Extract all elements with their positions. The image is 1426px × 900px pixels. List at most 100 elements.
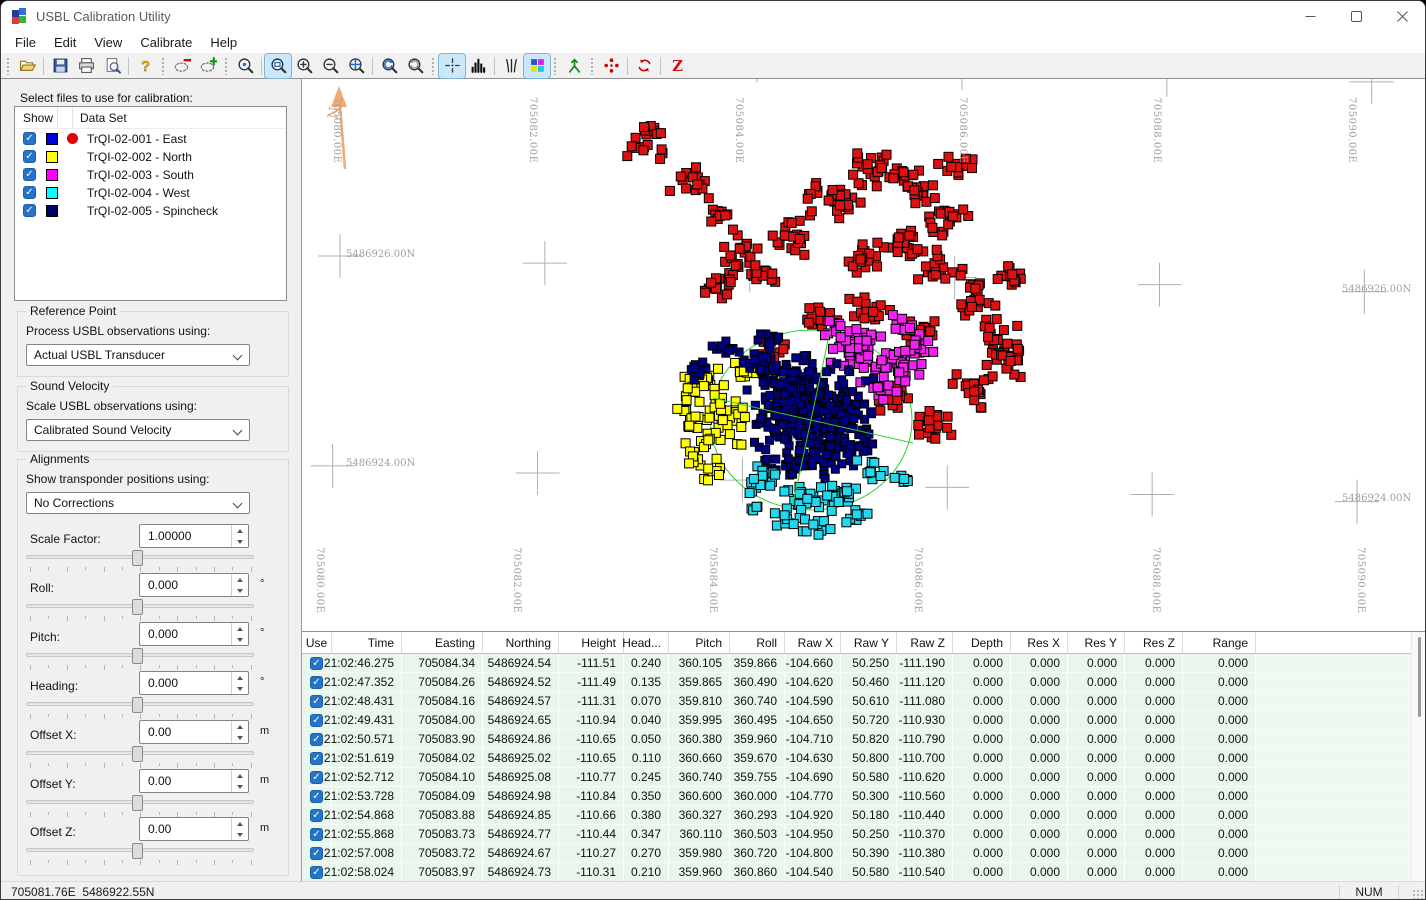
plot-canvas[interactable]: N [302,79,1426,631]
histogram-button[interactable] [465,54,491,78]
help-button[interactable]: ? [132,54,158,78]
table-row[interactable]: ✓21:02:50.571705083.905486924.86-110.650… [302,730,1426,749]
use-checkbox[interactable]: ✓ [310,695,323,708]
combo-alignments[interactable]: No Corrections [26,492,250,514]
dataset-row[interactable]: ✓TrQI-02-003 - South [15,166,286,183]
slider-thumb[interactable] [132,648,143,664]
table-row[interactable]: ✓21:02:46.275705084.345486924.54-111.510… [302,654,1426,673]
use-checkbox[interactable]: ✓ [310,714,323,727]
zoom-box-button[interactable] [265,54,291,78]
value-spinner[interactable]: 0.00 [139,817,249,841]
table-scrollbar[interactable] [1411,632,1426,881]
column-header-time[interactable]: Time [332,632,402,653]
column-dataset[interactable]: Data Set [73,111,286,125]
zoom-out-button[interactable] [317,54,343,78]
slider-thumb[interactable] [132,795,143,811]
slider-thumb[interactable] [132,550,143,566]
value-spinner[interactable]: 0.000 [139,622,249,646]
save-button[interactable] [47,54,73,78]
toolbar-grip[interactable] [590,57,595,75]
menu-help[interactable]: Help [201,33,246,52]
deselect-points-button[interactable] [169,54,195,78]
spin-up-button[interactable] [232,525,248,536]
column-header-easting[interactable]: Easting [402,632,483,653]
minimize-button[interactable] [1287,1,1333,31]
beacon-positions-button[interactable] [598,54,624,78]
spin-check-button[interactable] [631,54,657,78]
resize-grip[interactable] [1411,888,1423,900]
dataset-row[interactable]: ✓TrQI-02-005 - Spincheck [15,202,286,219]
crosshair-button[interactable] [439,54,465,78]
toolbar-grip[interactable] [224,57,229,75]
menu-view[interactable]: View [85,33,131,52]
column-header-roll[interactable]: Roll [730,632,785,653]
table-row[interactable]: ✓21:02:54.868705083.885486924.85-110.660… [302,806,1426,825]
observation-table[interactable]: UseTimeEastingNorthingHeightHead...Pitch… [301,631,1426,881]
use-checkbox[interactable]: ✓ [310,847,323,860]
spin-down-button[interactable] [232,536,248,547]
spin-up-button[interactable] [232,818,248,829]
table-row[interactable]: ✓21:02:47.352705084.265486924.52-111.490… [302,673,1426,692]
print-preview-button[interactable] [99,54,125,78]
zoom-next-button[interactable] [402,54,428,78]
zoom-extents-button[interactable] [343,54,369,78]
show-checkbox[interactable]: ✓ [23,150,36,163]
spin-up-button[interactable] [232,770,248,781]
spin-down-button[interactable] [232,732,248,743]
combo-sound-velocity[interactable]: Calibrated Sound Velocity [26,419,250,441]
open-file-button[interactable] [14,54,40,78]
column-header-rawx[interactable]: Raw X [785,632,841,653]
slider-thumb[interactable] [132,599,143,615]
calibration-file-list[interactable]: ShowData Set✓TrQI-02-001 - East✓TrQI-02-… [14,106,287,301]
table-row[interactable]: ✓21:02:48.431705084.165486924.57-111.310… [302,692,1426,711]
toolbar-grip[interactable] [431,57,436,75]
select-points-button[interactable] [195,54,221,78]
table-row[interactable]: ✓21:02:49.431705084.005486924.65-110.940… [302,711,1426,730]
use-checkbox[interactable]: ✓ [310,657,323,670]
combo-reference-point[interactable]: Actual USBL Transducer [26,344,250,366]
zoom-window-button[interactable] [232,54,258,78]
spin-up-button[interactable] [232,672,248,683]
table-row[interactable]: ✓21:02:52.712705084.105486925.08-110.770… [302,768,1426,787]
spin-down-button[interactable] [232,683,248,694]
table-row[interactable]: ✓21:02:57.008705083.725486924.67-110.270… [302,844,1426,863]
slider-thumb[interactable] [132,746,143,762]
menu-file[interactable]: File [6,33,45,52]
use-checkbox[interactable]: ✓ [310,866,323,879]
use-checkbox[interactable]: ✓ [310,752,323,765]
use-checkbox[interactable]: ✓ [310,790,323,803]
toolbar-grip[interactable] [6,57,11,75]
zoom-previous-button[interactable] [376,54,402,78]
column-header-resz[interactable]: Res Z [1125,632,1183,653]
column-header-northing[interactable]: Northing [483,632,559,653]
menu-edit[interactable]: Edit [45,33,85,52]
dataset-row[interactable]: ✓TrQI-02-001 - East [15,130,286,147]
spin-up-button[interactable] [232,574,248,585]
zoom-in-button[interactable] [291,54,317,78]
show-checkbox[interactable]: ✓ [23,204,36,217]
column-header-rawy[interactable]: Raw Y [841,632,897,653]
toolbar-grip[interactable] [553,57,558,75]
column-header-pitch[interactable]: Pitch [669,632,730,653]
spin-down-button[interactable] [232,829,248,840]
dataset-row[interactable]: ✓TrQI-02-002 - North [15,148,286,165]
show-checkbox[interactable]: ✓ [23,132,36,145]
use-checkbox[interactable]: ✓ [310,828,323,841]
color-datasets-button[interactable] [524,54,550,78]
use-checkbox[interactable]: ✓ [310,771,323,784]
menu-calibrate[interactable]: Calibrate [131,33,201,52]
column-show[interactable]: Show [15,107,58,128]
spin-down-button[interactable] [232,585,248,596]
spin-down-button[interactable] [232,781,248,792]
column-header-head[interactable]: Head... [624,632,669,653]
column-header-range[interactable]: Range [1183,632,1256,653]
value-spinner[interactable]: 1.00000 [139,524,249,548]
column-header-depth[interactable]: Depth [953,632,1011,653]
show-checkbox[interactable]: ✓ [23,186,36,199]
depth-z-button[interactable]: Z [664,54,690,78]
column-header-height[interactable]: Height [559,632,624,653]
scrollbar-thumb[interactable] [1418,637,1421,717]
slider-thumb[interactable] [132,697,143,713]
calibration-plot[interactable]: N705080.00E705080.00E705082.00E705082.00… [301,79,1426,631]
table-row[interactable]: ✓21:02:58.024705083.975486924.73-110.310… [302,863,1426,881]
